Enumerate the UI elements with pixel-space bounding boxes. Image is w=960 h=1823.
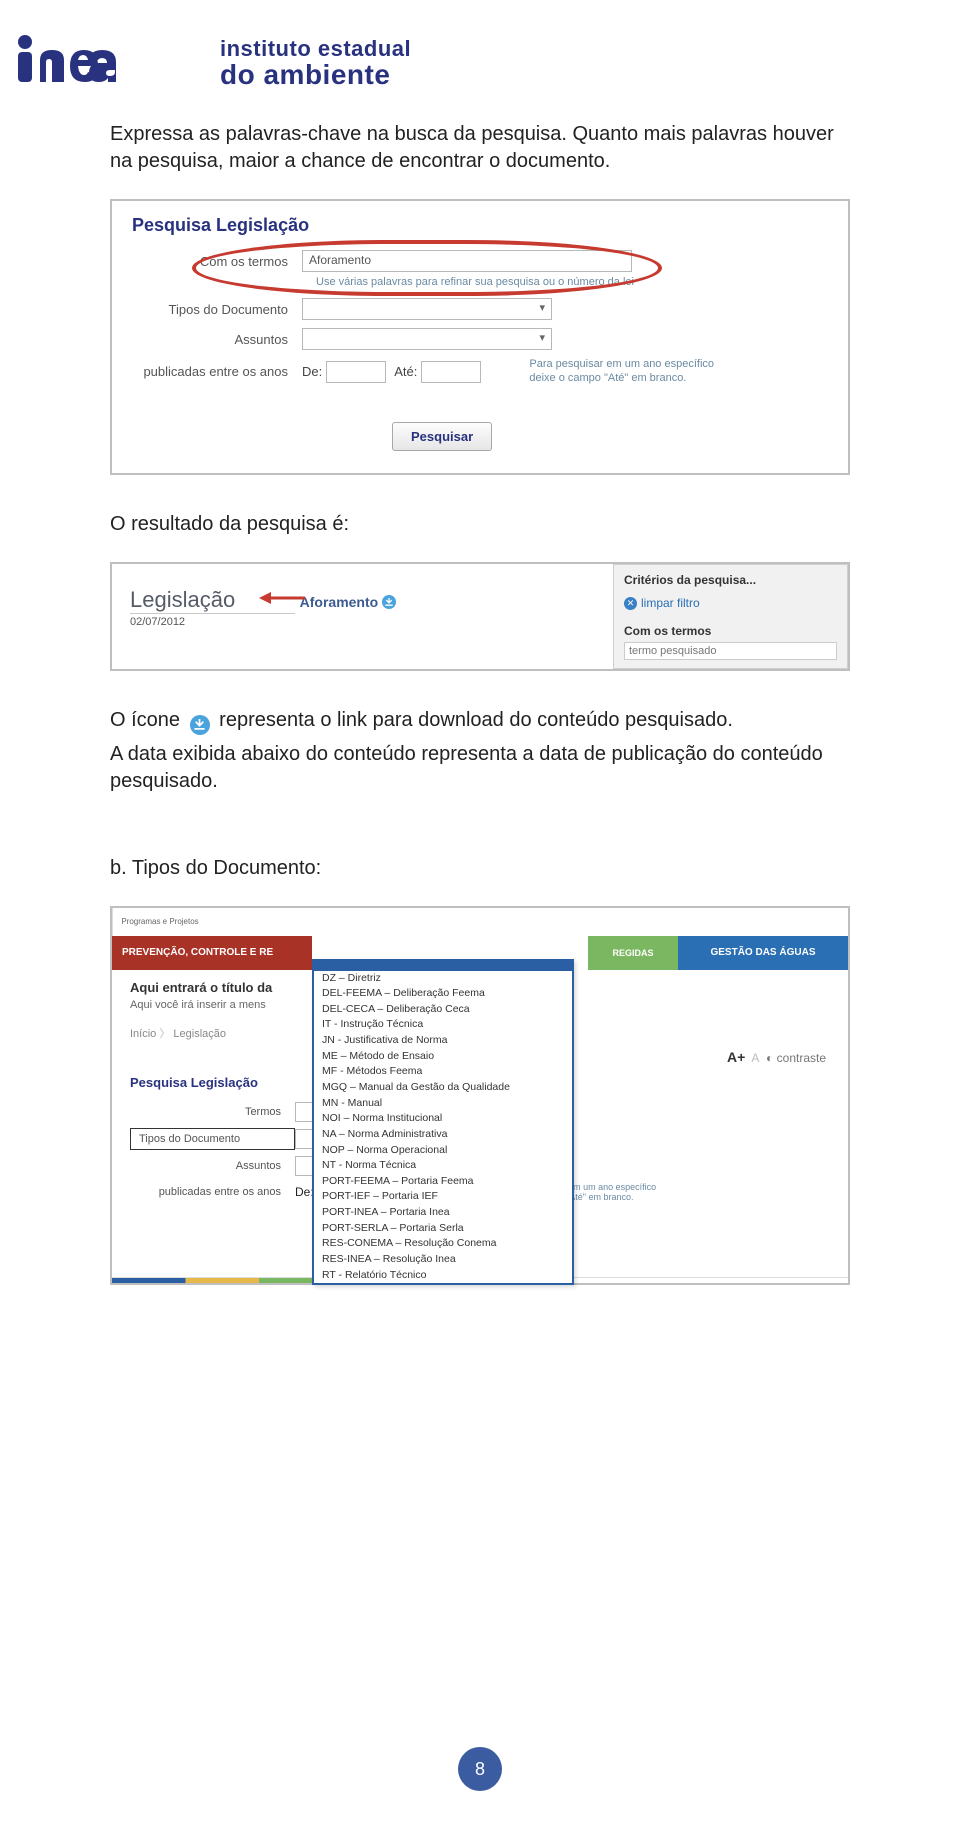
panel-title: Pesquisa Legislação bbox=[132, 215, 828, 236]
input-ano-de[interactable] bbox=[326, 361, 386, 383]
label-de: De: bbox=[295, 1185, 314, 1199]
label-assuntos: Assuntos bbox=[130, 1160, 295, 1172]
font-default[interactable]: A bbox=[751, 1051, 759, 1065]
download-icon bbox=[190, 715, 210, 735]
header-logo: instituto estadual do ambiente bbox=[0, 0, 960, 113]
dropdown-option[interactable]: DZ – Diretriz bbox=[314, 971, 572, 987]
label-assuntos: Assuntos bbox=[132, 332, 302, 347]
label-publicadas: publicadas entre os anos bbox=[132, 364, 302, 379]
font-increase[interactable]: A+ bbox=[727, 1049, 745, 1065]
nav-gestao[interactable]: GESTÃO DAS ÁGUAS bbox=[678, 936, 848, 970]
label-de: De: bbox=[302, 364, 322, 379]
section-b-heading: b. Tipos do Documento: bbox=[110, 855, 850, 882]
dropdown-option[interactable]: PORT-INEA – Portaria Inea bbox=[314, 1205, 572, 1221]
screenshot-search-result: Legislação Aforamento 02/07/2012 Critéri… bbox=[110, 562, 850, 672]
tipos-dropdown[interactable]: DZ – DiretrizDEL-FEEMA – Deliberação Fee… bbox=[312, 959, 574, 1286]
dropdown-option[interactable]: ME – Método de Ensaio bbox=[314, 1049, 572, 1065]
dropdown-option[interactable]: NA – Norma Administrativa bbox=[314, 1127, 572, 1143]
dropdown-option[interactable]: RES-CONEMA – Resolução Conema bbox=[314, 1236, 572, 1252]
dropdown-option[interactable]: DEL-CECA – Deliberação Ceca bbox=[314, 1002, 572, 1018]
result-intro: O resultado da pesquisa é: bbox=[110, 511, 850, 538]
dropdown-option[interactable]: JN - Justificativa de Norma bbox=[314, 1033, 572, 1049]
dropdown-option[interactable]: MF - Métodos Feema bbox=[314, 1064, 572, 1080]
dropdown-option[interactable]: PORT-IEF – Portaria IEF bbox=[314, 1189, 572, 1205]
screenshot-tipos-dropdown: Programas e Projetos PREVENÇÃO, CONTROLE… bbox=[110, 906, 850, 1286]
input-ano-ate[interactable] bbox=[421, 361, 481, 383]
page-number-badge: 8 bbox=[458, 1747, 502, 1791]
breadcrumb-home[interactable]: Início bbox=[130, 1028, 156, 1040]
dropdown-option[interactable]: MN - Manual bbox=[314, 1096, 572, 1112]
dropdown-option[interactable]: RT - Relatório Técnico bbox=[314, 1268, 572, 1284]
nav-regidas[interactable]: REGIDAS bbox=[588, 936, 678, 970]
dropdown-option[interactable]: IT - Instrução Técnica bbox=[314, 1017, 572, 1033]
dropdown-option[interactable]: NOI – Norma Institucional bbox=[314, 1111, 572, 1127]
contrast-toggle[interactable]: ◐ contraste bbox=[766, 1051, 826, 1065]
criteria-value: termo pesquisado bbox=[624, 642, 837, 660]
result-heading: Legislação bbox=[130, 587, 295, 614]
hint-termos: Use várias palavras para refinar sua pes… bbox=[316, 276, 828, 288]
select-tipos[interactable] bbox=[302, 298, 552, 320]
input-termos[interactable]: Aforamento bbox=[302, 250, 632, 272]
nav-prevencao[interactable]: PREVENÇÃO, CONTROLE E RE bbox=[112, 936, 312, 970]
criteria-label: Com os termos bbox=[624, 624, 837, 638]
annotation-arrow-icon bbox=[259, 591, 305, 605]
dropdown-option[interactable]: PORT-FEEMA – Portaria Feema bbox=[314, 1174, 572, 1190]
dropdown-option[interactable]: NT - Norma Técnica bbox=[314, 1158, 572, 1174]
dropdown-option[interactable]: MGQ – Manual da Gestão da Qualidade bbox=[314, 1080, 572, 1096]
criteria-title: Critérios da pesquisa... bbox=[624, 573, 837, 587]
label-ate: Até: bbox=[394, 364, 417, 379]
download-icon[interactable] bbox=[382, 595, 396, 609]
dropdown-option[interactable]: DEL-FEEMA – Deliberação Feema bbox=[314, 986, 572, 1002]
inea-logo-icon bbox=[18, 32, 208, 95]
label-publicadas: publicadas entre os anos bbox=[130, 1186, 295, 1198]
result-item-date: 02/07/2012 bbox=[130, 616, 595, 628]
label-termos: Termos bbox=[130, 1106, 295, 1118]
dropdown-option[interactable]: PORT-SERLA – Portaria Serla bbox=[314, 1221, 572, 1237]
screenshot-search-form: Pesquisa Legislação Com os termos Aforam… bbox=[110, 199, 850, 475]
dropdown-option[interactable]: RES-INEA – Resolução Inea bbox=[314, 1252, 572, 1268]
intro-paragraph: Expressa as palavras-chave na busca da p… bbox=[110, 121, 850, 175]
select-assuntos[interactable] bbox=[302, 328, 552, 350]
clear-filter-link[interactable]: ✕ limpar filtro bbox=[624, 596, 700, 610]
clear-icon: ✕ bbox=[624, 597, 637, 610]
dropdown-option[interactable]: NOP – Norma Operacional bbox=[314, 1143, 572, 1159]
label-termos: Com os termos bbox=[132, 254, 302, 269]
year-help-text: Para pesquisar em um ano específico deix… bbox=[529, 358, 719, 386]
icon-explain-paragraph: O ícone representa o link para download … bbox=[110, 707, 850, 735]
dropdown-header bbox=[314, 961, 572, 971]
pesquisar-button[interactable]: Pesquisar bbox=[392, 422, 492, 451]
result-item-link[interactable]: Aforamento bbox=[300, 594, 397, 610]
date-explain-paragraph: A data exibida abaixo do conteúdo repres… bbox=[110, 741, 850, 795]
mini-tab[interactable]: Programas e Projetos bbox=[112, 908, 207, 936]
logo-subtitle: instituto estadual do ambiente bbox=[220, 37, 411, 89]
label-tipos: Tipos do Documento bbox=[132, 302, 302, 317]
breadcrumb-current: Legislação bbox=[159, 1028, 226, 1040]
label-tipos-boxed: Tipos do Documento bbox=[130, 1128, 295, 1150]
